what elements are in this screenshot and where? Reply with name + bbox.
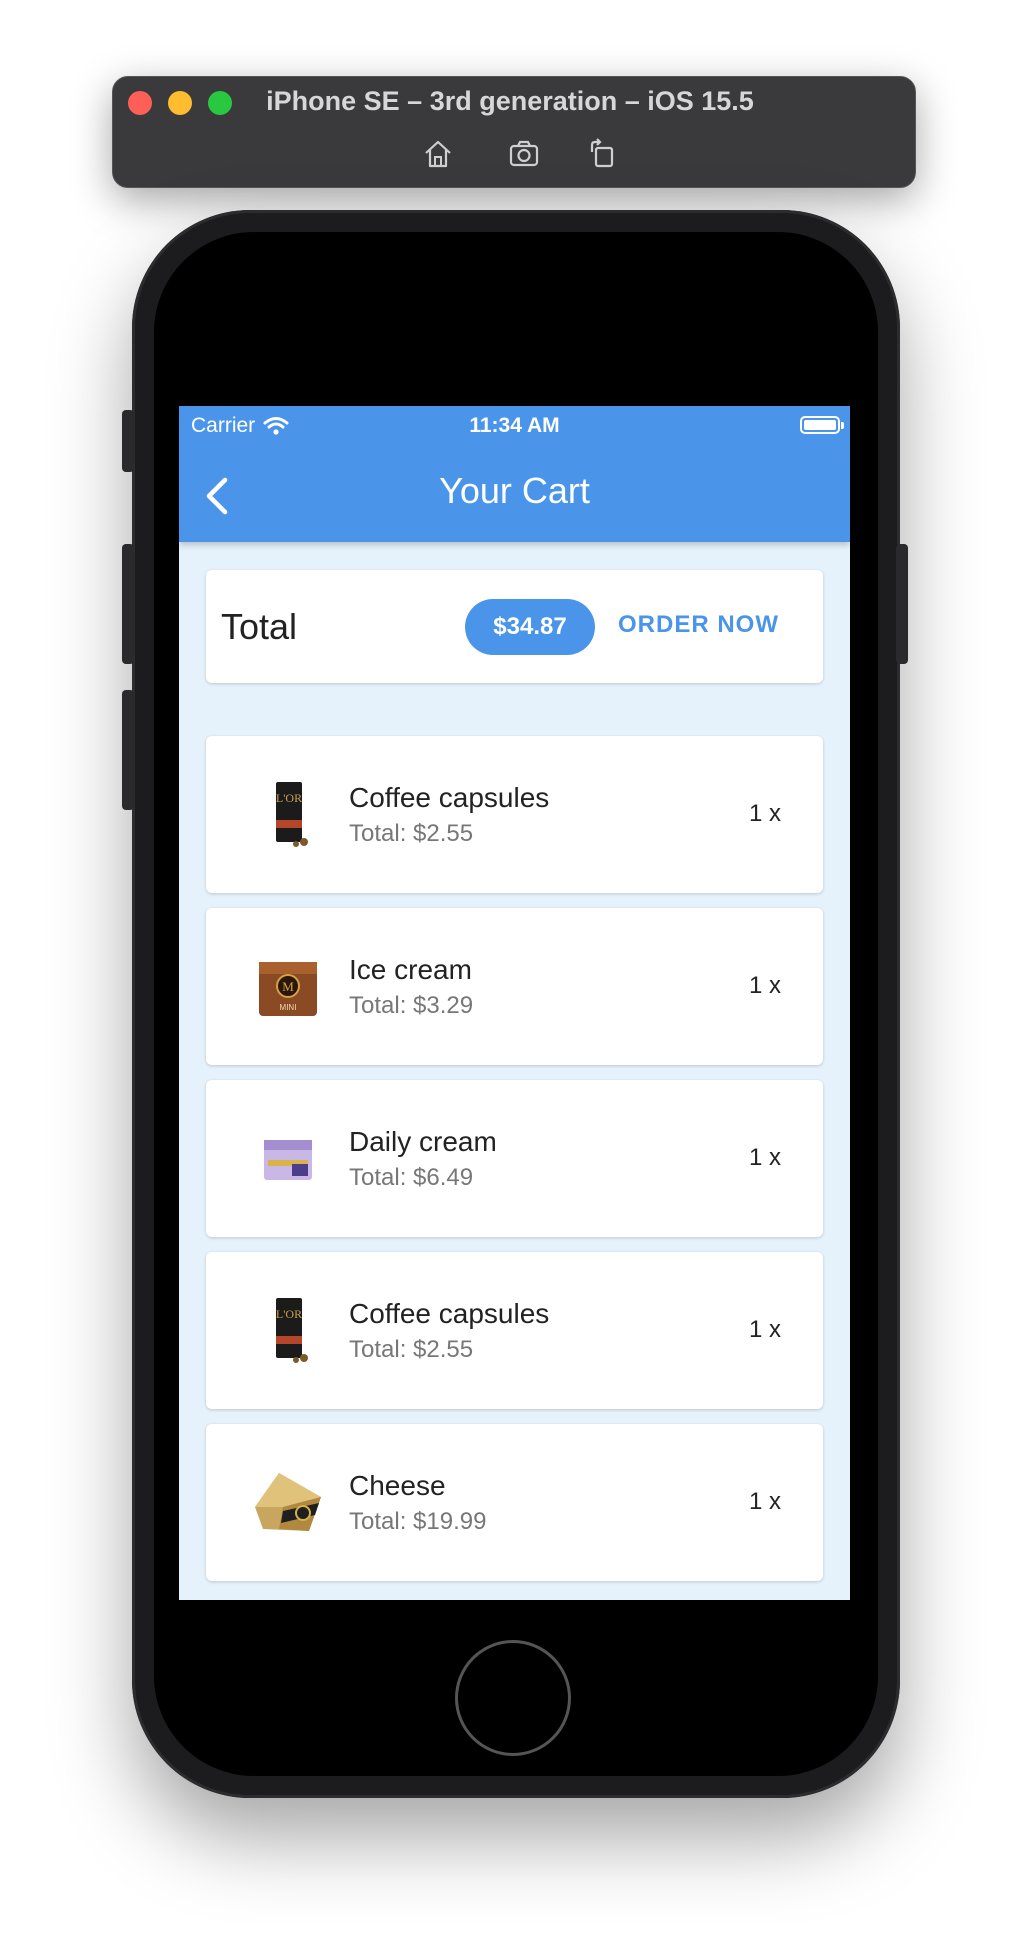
cart-summary-card: Total $34.87 ORDER NOW	[206, 570, 823, 683]
zoom-window-button[interactable]	[208, 91, 232, 115]
item-quantity: 1 x	[748, 800, 781, 827]
item-name: Cheese	[349, 1470, 446, 1501]
item-name: Daily cream	[349, 1126, 497, 1157]
cart-item: Daily cream Total: $6.49 1 x	[206, 1080, 823, 1237]
coffee-capsules-icon: L'OR	[248, 776, 328, 854]
item-quantity: 1 x	[748, 972, 781, 999]
power-button	[896, 544, 908, 664]
item-name: Coffee capsules	[349, 1298, 550, 1329]
cart-item: L'OR Coffee capsules Total: $2.55 1 x	[206, 736, 823, 893]
coffee-capsules-icon: L'OR	[248, 1292, 328, 1370]
status-time: 11:34 AM	[469, 414, 560, 437]
app-bar: Carrier 11:34 AM Your Cart	[179, 406, 850, 542]
simulator-title: iPhone SE – 3rd generation – iOS 15.5	[266, 86, 754, 116]
item-total: Total: $2.55	[349, 820, 474, 847]
item-quantity: 1 x	[748, 1488, 781, 1515]
total-amount-chip: $34.87	[465, 599, 595, 655]
cart-item: L'OR Coffee capsules Total: $2.55 1 x	[206, 1252, 823, 1409]
svg-text:M: M	[282, 979, 294, 994]
svg-text:L'OR: L'OR	[276, 1307, 302, 1321]
item-total: Total: $19.99	[349, 1508, 487, 1535]
item-quantity: 1 x	[748, 1144, 781, 1171]
battery-icon	[800, 416, 844, 434]
svg-text:L'OR: L'OR	[276, 791, 302, 805]
order-now-button[interactable]: ORDER NOW	[618, 611, 779, 639]
cheese-icon	[248, 1464, 328, 1542]
item-total: Total: $3.29	[349, 992, 474, 1019]
screenshot-icon[interactable]	[506, 136, 542, 172]
home-button[interactable]	[455, 1640, 571, 1756]
cart-item: Cheese Total: $19.99 1 x	[206, 1424, 823, 1581]
item-total: Total: $6.49	[349, 1164, 474, 1191]
volume-up-button	[122, 544, 134, 664]
volume-down-button	[122, 690, 134, 810]
item-total: Total: $2.55	[349, 1336, 474, 1363]
home-icon[interactable]	[420, 136, 456, 172]
app-screen: Carrier 11:34 AM Your Cart Total $34.87 …	[179, 406, 850, 1600]
page-title: Your Cart	[439, 470, 590, 511]
mute-switch	[122, 410, 134, 472]
item-name: Coffee capsules	[349, 782, 550, 813]
rotate-icon[interactable]	[584, 136, 620, 172]
item-name: Ice cream	[349, 954, 472, 985]
cart-item: M MINI Ice cream Total: $3.29 1 x	[206, 908, 823, 1065]
ice-cream-icon: M MINI	[248, 948, 328, 1026]
svg-text:MINI: MINI	[280, 1003, 297, 1012]
total-label: Total	[221, 606, 298, 647]
daily-cream-icon	[248, 1120, 328, 1198]
item-quantity: 1 x	[748, 1316, 781, 1343]
minimize-window-button[interactable]	[168, 91, 192, 115]
close-window-button[interactable]	[128, 91, 152, 115]
